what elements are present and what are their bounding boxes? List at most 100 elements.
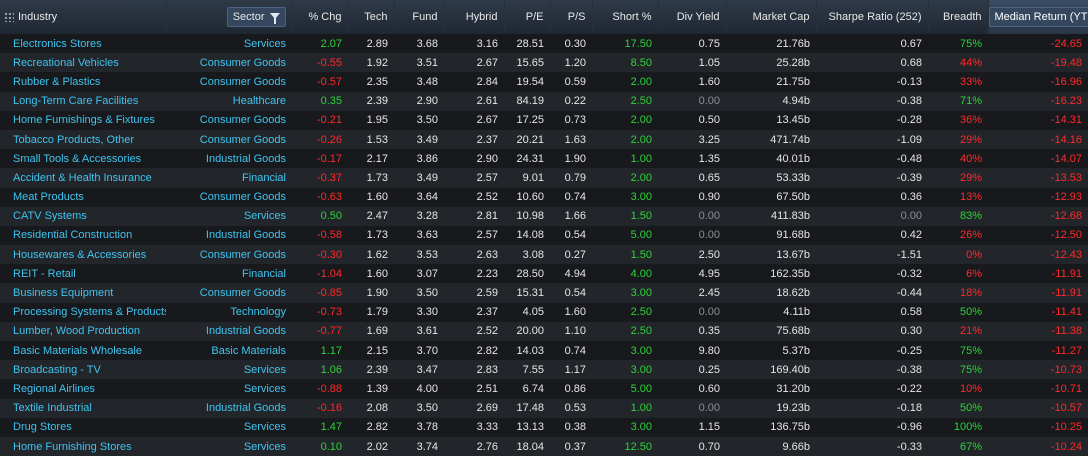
cell-industry[interactable]: Meat Products bbox=[0, 188, 166, 207]
column-header-median[interactable]: Median Return (YTD) bbox=[988, 0, 1088, 34]
cell-industry[interactable]: Lumber, Wood Production bbox=[0, 322, 166, 341]
cell-sector[interactable]: Services bbox=[166, 360, 292, 379]
table-row[interactable]: Tobacco Products, Other Consumer Goods -0.… bbox=[0, 129, 1088, 150]
cell-industry[interactable]: Processing Systems & Products bbox=[0, 303, 166, 322]
cell-hybrid: 2.57 bbox=[476, 229, 498, 242]
cell-short: 8.50 bbox=[630, 56, 652, 69]
cell-sector[interactable]: Industrial Goods bbox=[166, 226, 292, 245]
table-row[interactable]: Housewares & Accessories Consumer Goods -0… bbox=[0, 245, 1088, 265]
cell-sector[interactable]: Industrial Goods bbox=[166, 399, 292, 418]
cell-industry[interactable]: Housewares & Accessories bbox=[0, 245, 166, 264]
cell-mcap: 21.76b bbox=[776, 37, 810, 50]
cell-industry[interactable]: REIT - Retail bbox=[0, 264, 166, 283]
table-row[interactable]: Basic Materials Wholesale Basic Materials… bbox=[0, 341, 1088, 361]
cell-industry[interactable]: CATV Systems bbox=[0, 207, 166, 226]
column-header-div[interactable]: Div Yield bbox=[658, 0, 727, 34]
cell-industry[interactable]: Long-Term Care Facilities bbox=[0, 92, 166, 111]
table-row[interactable]: Textile Industrial Industrial Goods -0.16 2… bbox=[0, 398, 1088, 418]
table-row[interactable]: REIT - Retail Financial -1.04 1.60 3.07 2.23 2… bbox=[0, 264, 1088, 284]
cell-industry[interactable]: Textile Industrial bbox=[0, 399, 166, 418]
cell-industry[interactable]: Home Furnishing Stores bbox=[0, 437, 166, 456]
column-header-mcap[interactable]: Market Cap bbox=[726, 0, 817, 34]
table-row[interactable]: Regional Airlines Services -0.88 1.39 4.00 2.… bbox=[0, 379, 1088, 399]
cell-industry[interactable]: Regional Airlines bbox=[0, 379, 166, 398]
column-label: % Chg bbox=[308, 11, 342, 23]
cell-industry[interactable]: Drug Stores bbox=[0, 418, 166, 437]
table-row[interactable]: Residential Construction Industrial Goods… bbox=[0, 225, 1088, 246]
table-row[interactable]: Long-Term Care Facilities Healthcare 0.35 2… bbox=[0, 91, 1088, 111]
column-header-industry[interactable]: Industry bbox=[0, 0, 167, 34]
table-row[interactable]: Lumber, Wood Production Industrial Goods -… bbox=[0, 321, 1088, 341]
filter-icon[interactable] bbox=[269, 13, 280, 25]
table-row[interactable]: CATV Systems Services 0.50 2.47 3.28 2.81 10.9… bbox=[0, 206, 1088, 226]
column-header-short[interactable]: Short % bbox=[592, 0, 659, 34]
table-row[interactable]: Drug Stores Services 1.47 2.82 3.78 3.33 13.13… bbox=[0, 417, 1088, 437]
table-row[interactable]: Accident & Health Insurance Financial -0.3… bbox=[0, 168, 1088, 188]
cell-industry[interactable]: Rubber & Plastics bbox=[0, 72, 166, 91]
table-row[interactable]: Electronics Stores Services 2.07 2.89 3.68 3.… bbox=[0, 34, 1088, 54]
cell-sector[interactable]: Consumer Goods bbox=[166, 188, 292, 207]
cell-sector[interactable]: Healthcare bbox=[166, 92, 292, 111]
cell-industry[interactable]: Residential Construction bbox=[0, 226, 166, 245]
cell-industry[interactable]: Tobacco Products, Other bbox=[0, 130, 166, 149]
cell-sector[interactable]: Services bbox=[166, 418, 292, 437]
table-row[interactable]: Broadcasting - TV Services 1.06 2.39 3.47 2.8… bbox=[0, 360, 1088, 380]
cell-sector[interactable]: Consumer Goods bbox=[166, 245, 292, 264]
column-header-tech[interactable]: Tech bbox=[348, 0, 395, 34]
cell-industry[interactable]: Electronics Stores bbox=[0, 34, 166, 53]
column-header-breadth[interactable]: Breadth bbox=[928, 0, 989, 34]
cell-sector[interactable]: Consumer Goods bbox=[166, 283, 292, 302]
cell-sector[interactable]: Financial bbox=[166, 264, 292, 283]
cell-sector[interactable]: Industrial Goods bbox=[166, 149, 292, 168]
cell-sector[interactable]: Consumer Goods bbox=[166, 130, 292, 149]
table-row[interactable]: Rubber & Plastics Consumer Goods -0.57 2.35… bbox=[0, 72, 1088, 92]
column-header-hybrid[interactable]: Hybrid bbox=[444, 0, 505, 34]
table-row[interactable]: Recreational Vehicles Consumer Goods -0.55… bbox=[0, 53, 1088, 73]
column-header-pe[interactable]: P/E bbox=[504, 0, 551, 34]
cell-ps: 1.60 bbox=[564, 306, 586, 319]
table-row[interactable]: Business Equipment Consumer Goods -0.85 1.9… bbox=[0, 283, 1088, 303]
cell-industry[interactable]: Home Furnishings & Fixtures bbox=[0, 111, 166, 130]
cell-div: 2.45 bbox=[698, 287, 720, 300]
cell-hybrid: 2.82 bbox=[476, 344, 498, 357]
cell-industry[interactable]: Small Tools & Accessories bbox=[0, 149, 166, 168]
cell-ps: 1.17 bbox=[564, 363, 586, 376]
table-row[interactable]: Processing Systems & Products Technology -… bbox=[0, 302, 1088, 322]
cell-sector[interactable]: Services bbox=[166, 207, 292, 226]
cell-div: 0.90 bbox=[698, 191, 720, 204]
cell-median: -11.27 bbox=[1051, 344, 1082, 357]
sector-filter-box[interactable]: Sector bbox=[226, 7, 286, 27]
cell-ps: 0.30 bbox=[564, 37, 586, 50]
cell-industry[interactable]: Basic Materials Wholesale bbox=[0, 341, 166, 360]
column-header-chg[interactable]: % Chg bbox=[292, 0, 349, 34]
table-row[interactable]: Small Tools & Accessories Industrial Good… bbox=[0, 149, 1088, 169]
cell-sector[interactable]: Industrial Goods bbox=[166, 322, 292, 341]
cell-sector[interactable]: Consumer Goods bbox=[166, 111, 292, 130]
table-row[interactable]: Meat Products Consumer Goods -0.63 1.60 3.64… bbox=[0, 187, 1088, 207]
cell-industry[interactable]: Recreational Vehicles bbox=[0, 53, 166, 72]
column-header-sector[interactable]: Sector bbox=[166, 0, 293, 34]
cell-ps: 0.74 bbox=[564, 191, 586, 204]
grip-icon[interactable] bbox=[4, 12, 14, 23]
column-header-sharpe[interactable]: Sharpe Ratio (252) bbox=[816, 0, 929, 34]
cell-hybrid: 2.67 bbox=[476, 56, 498, 69]
cell-sector[interactable]: Services bbox=[166, 379, 292, 398]
cell-breadth: 10% bbox=[959, 382, 982, 395]
cell-fund: 3.51 bbox=[416, 56, 438, 69]
table-row[interactable]: Home Furnishing Stores Services 0.10 2.02 3.… bbox=[0, 436, 1088, 456]
table-row[interactable]: Home Furnishings & Fixtures Consumer Good… bbox=[0, 110, 1088, 130]
cell-industry[interactable]: Business Equipment bbox=[0, 283, 166, 302]
cell-median: -12.68 bbox=[1050, 210, 1082, 223]
cell-sector[interactable]: Services bbox=[166, 437, 292, 456]
column-header-fund[interactable]: Fund bbox=[394, 0, 445, 34]
cell-sector[interactable]: Technology bbox=[166, 303, 292, 322]
median-filter-box[interactable]: Median Return (YTD) bbox=[988, 7, 1088, 27]
cell-sector[interactable]: Financial bbox=[166, 168, 292, 187]
cell-industry[interactable]: Accident & Health Insurance bbox=[0, 168, 166, 187]
cell-industry[interactable]: Broadcasting - TV bbox=[0, 360, 166, 379]
cell-sector[interactable]: Consumer Goods bbox=[166, 53, 292, 72]
cell-sector[interactable]: Services bbox=[166, 34, 292, 53]
column-header-ps[interactable]: P/S bbox=[550, 0, 593, 34]
cell-sector[interactable]: Basic Materials bbox=[166, 341, 292, 360]
cell-sector[interactable]: Consumer Goods bbox=[166, 72, 292, 91]
